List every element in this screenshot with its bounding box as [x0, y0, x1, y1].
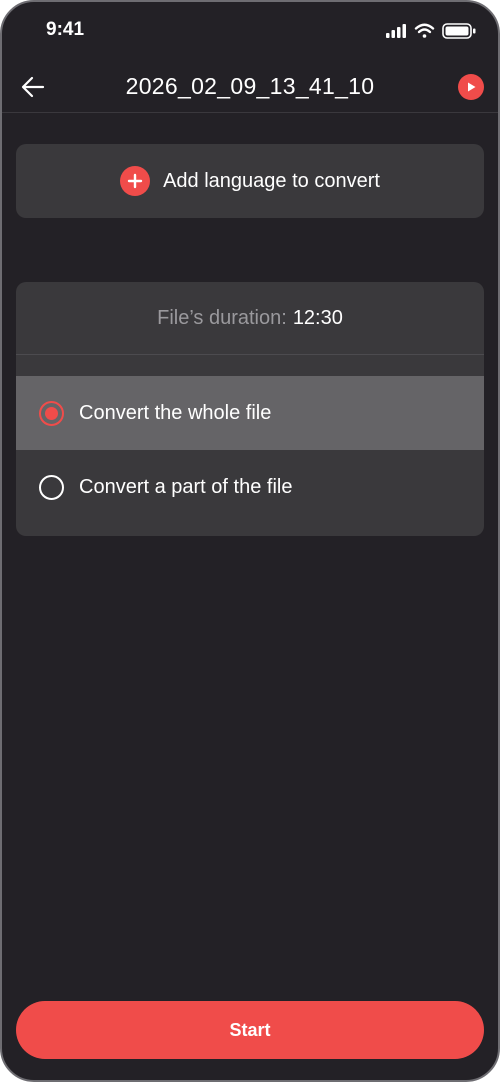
play-button[interactable]	[458, 74, 484, 100]
play-icon	[468, 82, 476, 92]
arrow-left-icon	[21, 76, 45, 98]
radio-unselected[interactable]	[39, 474, 64, 500]
signal-icon	[386, 24, 406, 38]
option-whole-file[interactable]: Convert the whole file	[16, 376, 484, 450]
option-part-of-file[interactable]: Convert a part of the file	[16, 450, 484, 524]
start-button[interactable]: Start	[16, 1001, 484, 1059]
back-button[interactable]	[18, 72, 48, 102]
wifi-icon	[414, 23, 435, 38]
radio-selected[interactable]	[39, 400, 64, 426]
phone-frame: 9:41 2026_02_09_13_41_10 Add language to…	[0, 0, 500, 1082]
status-icons	[386, 21, 478, 41]
duration-label: File’s duration:	[157, 306, 287, 329]
duration-row: File’s duration: 12:30	[16, 282, 484, 355]
page-title: 2026_02_09_13_41_10	[125, 73, 375, 99]
radio-dot	[45, 406, 58, 420]
option-label: Convert a part of the file	[79, 475, 293, 498]
add-language-button[interactable]: Add language to convert	[16, 144, 484, 218]
status-bar: 9:41	[2, 2, 498, 60]
option-label: Convert the whole file	[79, 401, 272, 424]
add-language-label: Add language to convert	[163, 169, 380, 192]
battery-icon	[442, 23, 476, 39]
status-time: 9:41	[46, 19, 85, 40]
app-header: 2026_02_09_13_41_10	[2, 60, 498, 113]
duration-value: 12:30	[292, 306, 343, 329]
conversion-options-card: File’s duration: 12:30 Convert the whole…	[16, 282, 484, 536]
plus-icon	[120, 166, 151, 196]
